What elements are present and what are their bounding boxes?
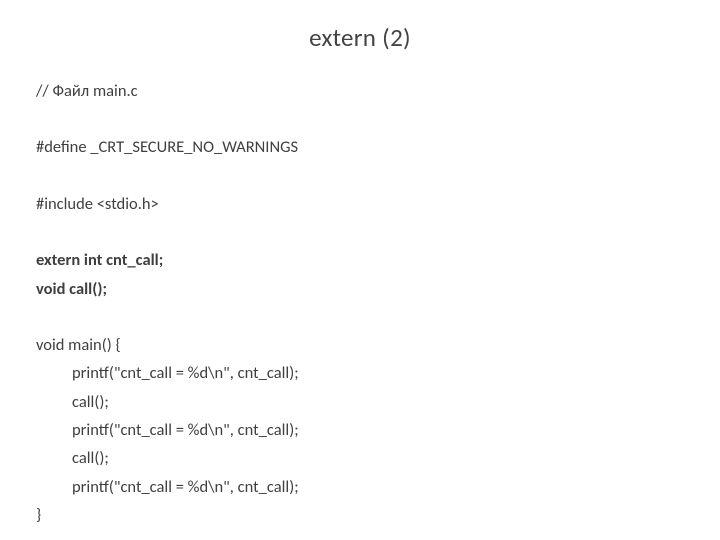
code-line: void main() { <box>36 331 684 359</box>
slide-title: extern (2) <box>36 22 684 53</box>
code-block: // Файл main.c #define _CRT_SECURE_NO_WAR… <box>36 77 684 530</box>
code-line: extern int cnt_call; <box>36 246 684 274</box>
code-line <box>36 105 684 133</box>
code-line: void call(); <box>36 275 684 303</box>
code-line <box>36 303 684 331</box>
code-line: call(); <box>36 444 684 472</box>
code-line: #include <stdio.h> <box>36 190 684 218</box>
code-line: call(); <box>36 388 684 416</box>
code-line <box>36 218 684 246</box>
code-line: #define _CRT_SECURE_NO_WARNINGS <box>36 133 684 161</box>
code-line: printf("cnt_call = %d\n", cnt_call); <box>36 473 684 501</box>
code-line: } <box>36 501 684 529</box>
code-line: // Файл main.c <box>36 77 684 105</box>
code-line: printf("cnt_call = %d\n", cnt_call); <box>36 359 684 387</box>
code-line <box>36 162 684 190</box>
code-line: printf("cnt_call = %d\n", cnt_call); <box>36 416 684 444</box>
